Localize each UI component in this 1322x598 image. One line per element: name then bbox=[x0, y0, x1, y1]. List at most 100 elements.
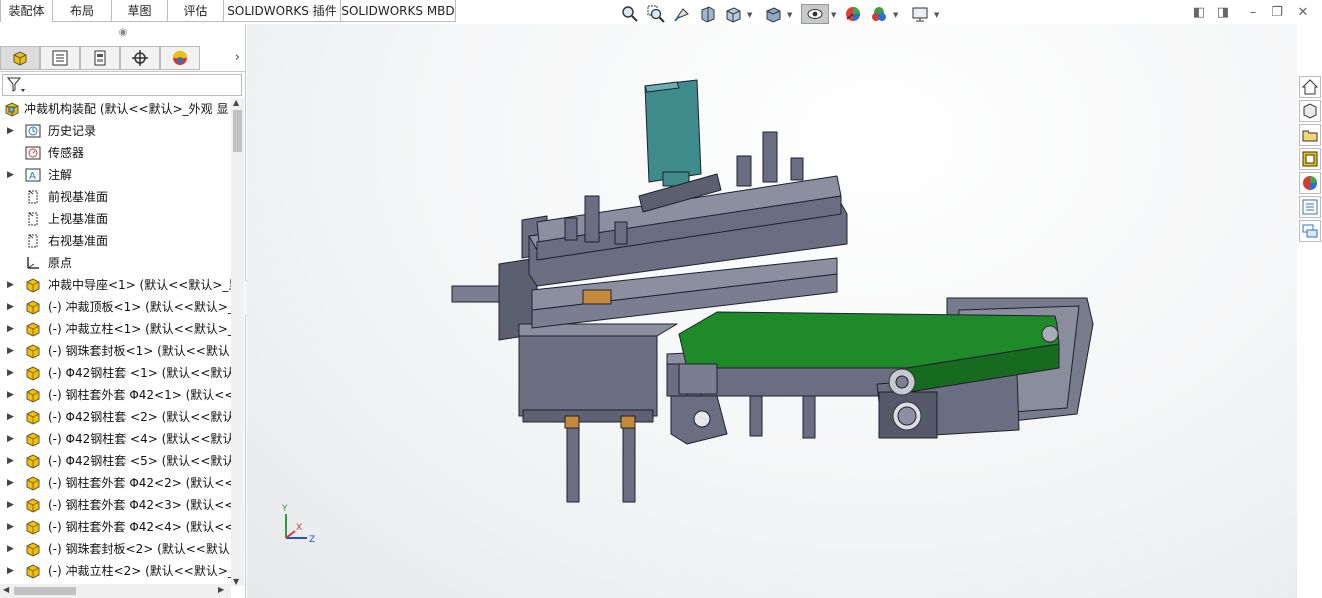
tree-item[interactable]: ▶ A 注解 bbox=[0, 164, 232, 186]
forum-icon[interactable] bbox=[1299, 220, 1321, 242]
previous-view-icon[interactable] bbox=[672, 4, 692, 24]
tree-item[interactable]: ▶ (-) 钢柱套外套 Φ42<1> (默认<< bbox=[0, 384, 232, 406]
expand-arrow-icon[interactable]: ▶ bbox=[7, 406, 14, 428]
tab-solidworks-addins[interactable]: SOLIDWORKS 插件 bbox=[224, 0, 341, 22]
expand-arrow-icon[interactable]: ▶ bbox=[7, 560, 14, 582]
expand-arrow-icon[interactable]: ▶ bbox=[7, 538, 14, 560]
hscroll-thumb[interactable] bbox=[14, 587, 76, 595]
tree-filter[interactable] bbox=[2, 74, 242, 96]
graphics-area[interactable]: Y Z X bbox=[247, 24, 1297, 598]
expand-arrow-icon[interactable]: ▶ bbox=[7, 164, 14, 186]
expand-arrow-icon[interactable]: ▶ bbox=[7, 340, 14, 362]
tree-item[interactable]: ▶ (-) 冲裁立柱<2> (默认<<默认>_显 bbox=[0, 560, 232, 582]
custom-properties-icon[interactable] bbox=[1299, 196, 1321, 218]
part-icon bbox=[26, 322, 40, 337]
expand-arrow-icon[interactable]: ▶ bbox=[7, 516, 14, 538]
tab-sketch[interactable]: 草图 bbox=[112, 0, 168, 22]
tree-item[interactable]: ▶ (-) 钢柱套外套 Φ42<3> (默认<< bbox=[0, 494, 232, 516]
scroll-thumb[interactable] bbox=[233, 110, 242, 152]
panel-grip-icon[interactable]: ◉ bbox=[0, 24, 246, 42]
tree-item[interactable]: ▶ (-) 钢柱套外套 Φ42<4> (默认<< bbox=[0, 516, 232, 538]
minimize-icon[interactable]: – bbox=[1244, 6, 1262, 20]
tree-item[interactable]: ▶ 冲裁中导座<1> (默认<<默认>_显 bbox=[0, 274, 232, 296]
hide-show-items-icon[interactable] bbox=[801, 4, 829, 24]
view-settings-icon[interactable] bbox=[910, 4, 930, 24]
view-orientation-icon[interactable] bbox=[724, 4, 744, 24]
tree-item[interactable]: ▶ (-) 钢珠套封板<2> (默认<<默认> bbox=[0, 538, 232, 560]
tab-layout[interactable]: 布局 bbox=[53, 0, 112, 22]
scroll-left-icon[interactable]: ◀ bbox=[3, 585, 9, 594]
expand-arrow-icon[interactable]: ▶ bbox=[7, 494, 14, 516]
expand-arrow-icon[interactable]: ▶ bbox=[7, 318, 14, 340]
design-library-icon[interactable] bbox=[1299, 100, 1321, 122]
view-settings-dropdown[interactable]: ▼ bbox=[934, 11, 939, 19]
tree-item[interactable]: ▶ 历史记录 bbox=[0, 120, 232, 142]
expand-arrow-icon[interactable]: ▶ bbox=[7, 120, 14, 142]
tree-item-label: (-) 冲裁立柱<2> (默认<<默认>_显 bbox=[48, 564, 232, 578]
view-orientation-dropdown[interactable]: ▼ bbox=[747, 11, 752, 19]
expand-arrow-icon[interactable]: ▶ bbox=[7, 450, 14, 472]
restore-icon[interactable]: ❐ bbox=[1268, 6, 1286, 20]
display-style-dropdown[interactable]: ▼ bbox=[787, 11, 792, 19]
file-explorer-icon[interactable] bbox=[1299, 124, 1321, 146]
display-style-icon[interactable] bbox=[764, 4, 784, 24]
zoom-area-icon[interactable] bbox=[646, 4, 666, 24]
assembly-model[interactable]: Y Z X bbox=[247, 24, 1297, 598]
home-icon[interactable] bbox=[1299, 76, 1321, 98]
part-icon bbox=[26, 432, 40, 447]
tile-right-icon[interactable]: ◨ bbox=[1214, 6, 1232, 20]
tree-vertical-scrollbar[interactable]: ▲ ▼ bbox=[231, 98, 244, 586]
tree-item[interactable]: ▶ (-) 钢珠套封板<1> (默认<<默认> bbox=[0, 340, 232, 362]
dimxpertmanager-tab-icon[interactable] bbox=[120, 46, 160, 70]
tree-item[interactable]: 原点 bbox=[0, 252, 232, 274]
scroll-right-icon[interactable]: ▶ bbox=[218, 585, 224, 594]
appearances-icon[interactable] bbox=[1299, 172, 1321, 194]
chevron-right-icon[interactable]: › bbox=[235, 50, 240, 65]
edit-appearance-icon[interactable] bbox=[843, 4, 863, 24]
triad-y-label: Y bbox=[281, 504, 288, 514]
featuremanager-tab-icon[interactable] bbox=[0, 46, 40, 70]
expand-arrow-icon[interactable]: ▶ bbox=[7, 384, 14, 406]
tree-item[interactable]: ▶ (-) Φ42钢柱套 <5> (默认<<默认 bbox=[0, 450, 232, 472]
hide-show-dropdown[interactable]: ▼ bbox=[831, 11, 836, 19]
tree-item[interactable]: 传感器 bbox=[0, 142, 232, 164]
tree-item-label: (-) 钢柱套外套 Φ42<4> (默认<< bbox=[48, 520, 232, 534]
plane-icon bbox=[28, 212, 38, 226]
part-icon bbox=[26, 564, 40, 579]
tab-assembly[interactable]: 装配体 bbox=[0, 0, 53, 22]
tree-item[interactable]: ▶ (-) 冲裁顶板<1> (默认<<默认>_显 bbox=[0, 296, 232, 318]
tree-item[interactable]: ▶ (-) Φ42钢柱套 <1> (默认<<默认 bbox=[0, 362, 232, 384]
tab-evaluate[interactable]: 评估 bbox=[168, 0, 224, 22]
section-view-icon[interactable] bbox=[698, 4, 718, 24]
part-icon bbox=[26, 520, 40, 535]
expand-arrow-icon[interactable]: ▶ bbox=[7, 428, 14, 450]
tree-item[interactable]: ▶ (-) 钢柱套外套 Φ42<2> (默认<< bbox=[0, 472, 232, 494]
tree-item[interactable]: ▶ (-) 冲裁立柱<1> (默认<<默认>_显 bbox=[0, 318, 232, 340]
part-icon bbox=[26, 498, 40, 513]
expand-arrow-icon[interactable]: ▶ bbox=[7, 362, 14, 384]
expand-arrow-icon[interactable]: ▶ bbox=[7, 296, 14, 318]
tab-solidworks-mbd[interactable]: SOLIDWORKS MBD bbox=[341, 0, 456, 22]
close-icon[interactable]: ✕ bbox=[1294, 6, 1312, 20]
view-palette-icon[interactable] bbox=[1299, 148, 1321, 170]
history-icon bbox=[25, 124, 41, 138]
tree-item[interactable]: 右视基准面 bbox=[0, 230, 232, 252]
displaymanager-tab-icon[interactable] bbox=[160, 46, 200, 70]
expand-arrow-icon[interactable]: ▶ bbox=[7, 274, 14, 296]
propertymanager-tab-icon[interactable] bbox=[40, 46, 80, 70]
tree-horizontal-scrollbar[interactable]: ◀ ▶ bbox=[0, 584, 231, 598]
apply-scene-icon[interactable] bbox=[869, 4, 889, 24]
expand-arrow-icon[interactable]: ▶ bbox=[7, 472, 14, 494]
tree-item[interactable]: ▶ (-) Φ42钢柱套 <4> (默认<<默认 bbox=[0, 428, 232, 450]
tree-item[interactable]: ▶ (-) Φ42钢柱套 <2> (默认<<默认 bbox=[0, 406, 232, 428]
configurationmanager-tab-icon[interactable] bbox=[80, 46, 120, 70]
tree-root[interactable]: 冲裁机构装配 (默认<<默认>_外观 显 bbox=[0, 98, 232, 120]
scroll-down-icon[interactable]: ▼ bbox=[233, 577, 239, 586]
tile-left-icon[interactable]: ◧ bbox=[1190, 6, 1208, 20]
tree-item-label: 原点 bbox=[48, 256, 73, 270]
zoom-to-fit-icon[interactable] bbox=[620, 4, 640, 24]
tree-item[interactable]: 上视基准面 bbox=[0, 208, 232, 230]
scroll-up-icon[interactable]: ▲ bbox=[233, 98, 239, 107]
tree-item[interactable]: 前视基准面 bbox=[0, 186, 232, 208]
apply-scene-dropdown[interactable]: ▼ bbox=[893, 11, 898, 19]
